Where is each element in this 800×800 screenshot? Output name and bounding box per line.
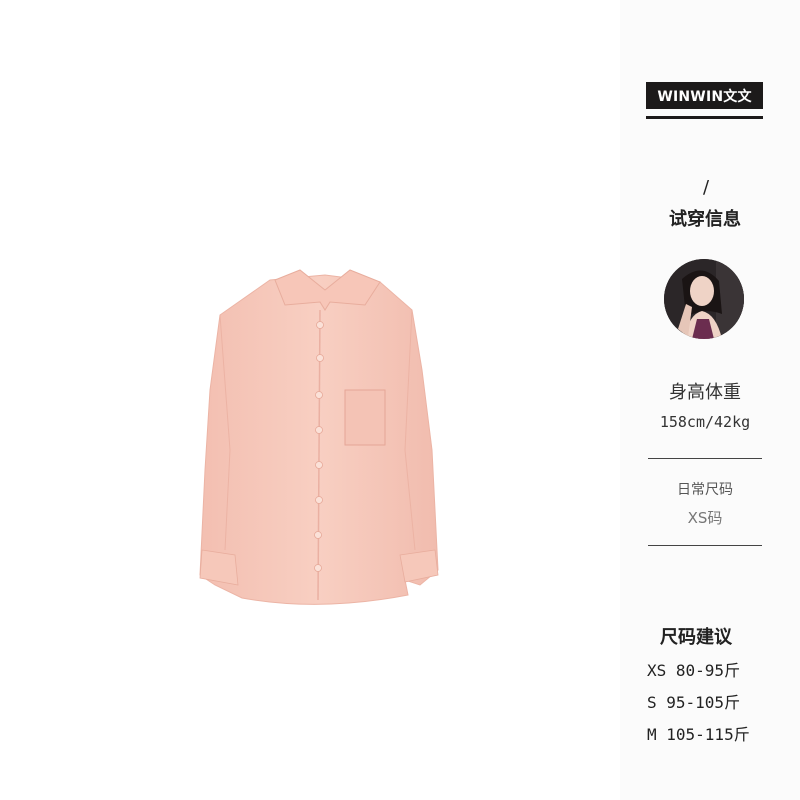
- model-avatar: [664, 259, 744, 339]
- brand-underline: [646, 116, 763, 119]
- divider-bottom: [648, 545, 762, 546]
- product-detail-page: WINWIN文文 / 试穿信息 身高体重 158cm/42kg 日常尺码 XS码…: [0, 0, 800, 800]
- size-advice-title: 尺码建议: [660, 627, 732, 648]
- slash-mark: /: [702, 177, 710, 198]
- pink-shirt-image: [199, 269, 439, 605]
- height-weight-label: 身高体重: [669, 382, 741, 403]
- size-row-m: M 105-115斤: [647, 725, 750, 744]
- size-row-xs: XS 80-95斤: [647, 661, 741, 680]
- brand-name: WINWIN文文: [657, 88, 752, 105]
- usual-size-label: 日常尺码: [677, 482, 733, 498]
- size-row-s: S 95-105斤: [647, 693, 741, 712]
- usual-size-value: XS码: [687, 509, 723, 527]
- model-avatar-image: [664, 259, 744, 339]
- tryon-title: 试穿信息: [669, 209, 741, 230]
- height-weight-value: 158cm/42kg: [659, 413, 751, 431]
- divider-top: [648, 458, 762, 459]
- brand-badge: WINWIN文文: [646, 82, 763, 109]
